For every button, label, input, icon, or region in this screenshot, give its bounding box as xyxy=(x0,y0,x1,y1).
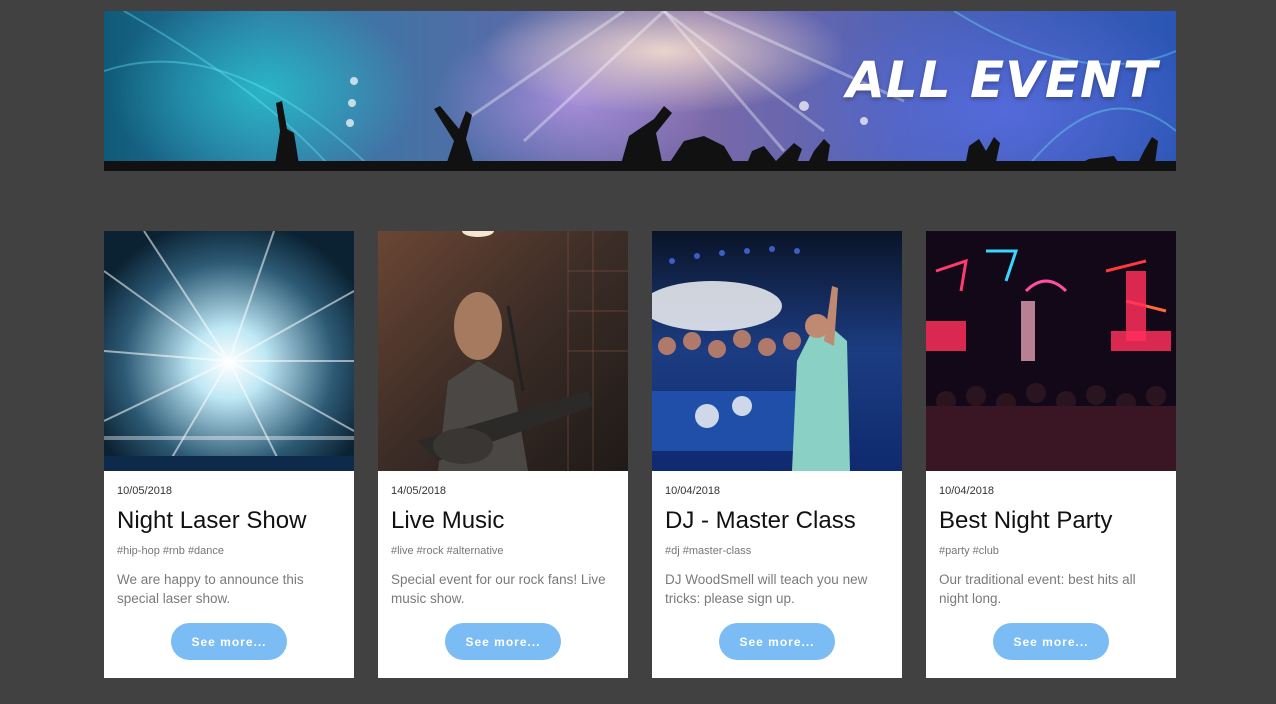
event-description: Special event for our rock fans! Live mu… xyxy=(391,572,606,606)
see-more-button[interactable]: See more... xyxy=(445,623,561,660)
event-card: 14/05/2018 Live Music #live #rock #alter… xyxy=(378,231,628,678)
event-title: Live Music xyxy=(391,507,505,534)
event-description: DJ WoodSmell will teach you new tricks: … xyxy=(665,572,868,606)
event-title: Night Laser Show xyxy=(117,507,307,534)
event-date: 10/04/2018 xyxy=(939,485,995,497)
event-title: Best Night Party xyxy=(939,507,1113,534)
event-date: 10/04/2018 xyxy=(665,485,721,497)
event-image xyxy=(926,231,1176,471)
banner: ALL EVENT xyxy=(104,11,1176,171)
event-title: DJ - Master Class xyxy=(665,507,856,534)
event-date: 10/05/2018 xyxy=(117,485,173,497)
event-tags: #dj #master-class xyxy=(665,545,752,557)
event-description: Our traditional event: best hits all nig… xyxy=(939,572,1136,606)
event-image xyxy=(378,231,628,471)
page-title: ALL EVENT xyxy=(846,51,1158,109)
guitarist-singer-image xyxy=(378,231,628,471)
event-image xyxy=(652,231,902,471)
event-tags: #live #rock #alternative xyxy=(391,545,504,557)
event-date: 14/05/2018 xyxy=(391,485,447,497)
event-image xyxy=(104,231,354,471)
event-card: 10/05/2018 Night Laser Show #hip-hop #rn… xyxy=(104,231,354,678)
laser-light-image xyxy=(104,231,354,471)
see-more-button[interactable]: See more... xyxy=(993,623,1109,660)
event-description: We are happy to announce this special la… xyxy=(117,572,304,606)
event-tags: #hip-hop #rnb #dance xyxy=(117,545,225,557)
see-more-button[interactable]: See more... xyxy=(719,623,835,660)
event-card: 10/04/2018 Best Night Party #party #club… xyxy=(926,231,1176,678)
event-card: 10/04/2018 DJ - Master Class #dj #master… xyxy=(652,231,902,678)
event-tags: #party #club xyxy=(939,545,999,557)
see-more-button[interactable]: See more... xyxy=(171,623,287,660)
dj-crowd-image xyxy=(652,231,902,471)
neon-street-image xyxy=(926,231,1176,471)
